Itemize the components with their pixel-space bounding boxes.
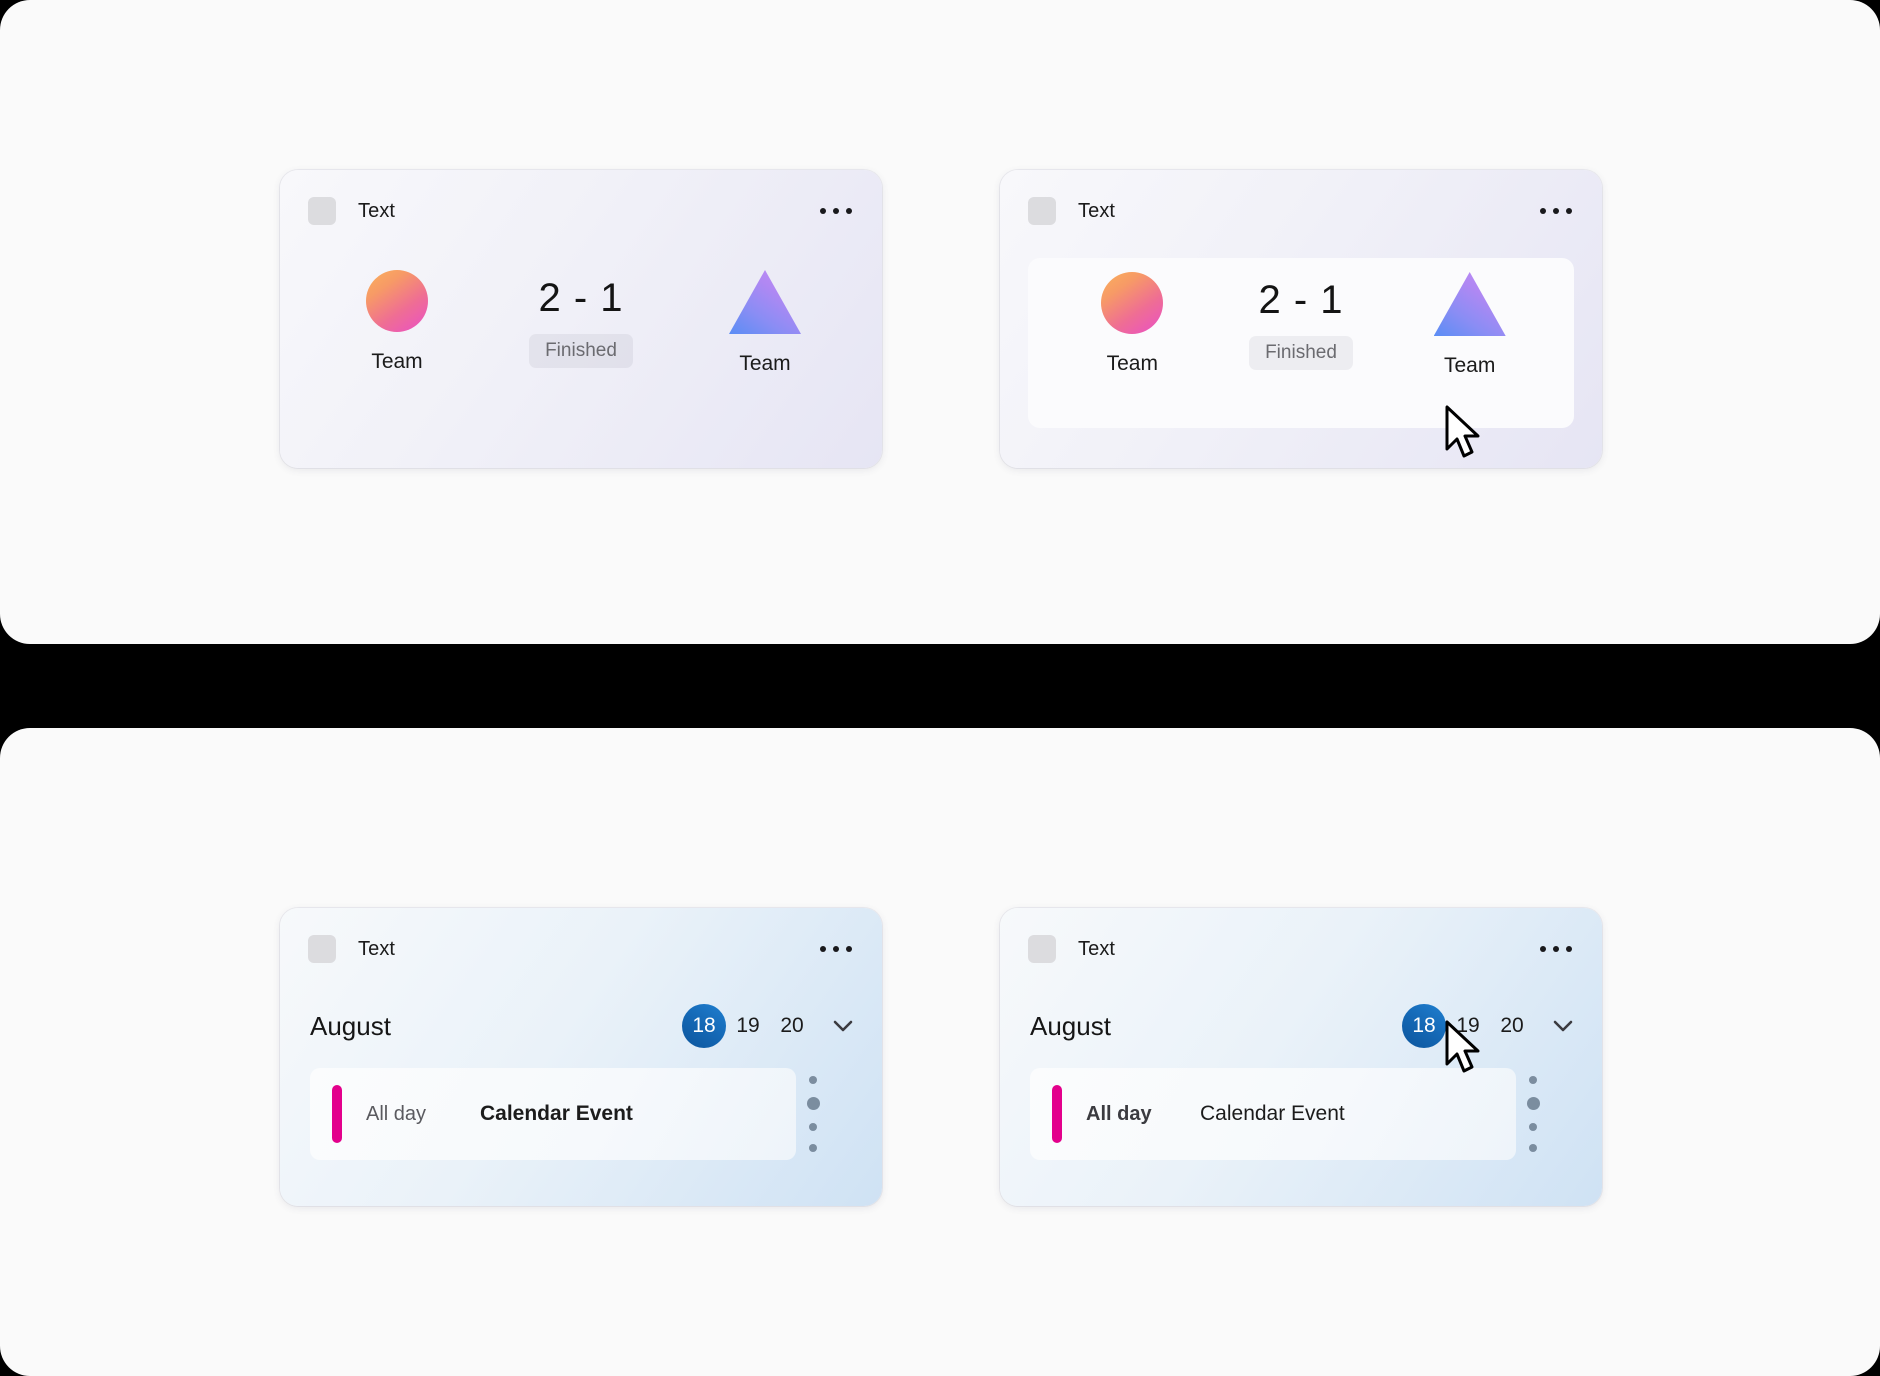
card-header-label: Text <box>358 937 396 960</box>
card-header-label: Text <box>1078 937 1116 960</box>
triangle-gradient-icon <box>1433 272 1506 336</box>
home-team-name: Team <box>371 350 423 373</box>
card-header: Text <box>1000 908 1602 990</box>
page-root: Text Team 2 - 1 Finished Team Text Team … <box>0 0 1880 1376</box>
card-header: Text <box>1000 170 1602 252</box>
pager-dot-active <box>1526 1097 1540 1110</box>
ellipsis-icon[interactable] <box>816 938 856 960</box>
placeholder-square-icon <box>308 935 336 963</box>
card-header-label: Text <box>358 199 396 222</box>
circle-gradient-icon <box>1101 272 1164 334</box>
card-header-label: Text <box>1078 199 1116 222</box>
chevron-down-icon[interactable] <box>826 1009 860 1043</box>
calendar-date-row: August 18 19 20 <box>1000 990 1602 1062</box>
day-chip[interactable]: 20 <box>1490 1004 1534 1048</box>
placeholder-square-icon <box>308 197 336 225</box>
card-header: Text <box>280 908 882 990</box>
chevron-down-icon[interactable] <box>1546 1009 1580 1043</box>
home-team: Team <box>1060 272 1205 376</box>
calendar-event-row: All day Calendar Event <box>1030 1068 1550 1160</box>
score-value: 2 - 1 <box>1258 278 1344 322</box>
event-time-label: All day <box>1086 1102 1152 1125</box>
pager-dot <box>809 1076 817 1084</box>
pager-dot <box>1529 1123 1537 1131</box>
event-accent-bar <box>1052 1085 1062 1143</box>
score-card-hover[interactable]: Text Team 2 - 1 Finished Team <box>1000 170 1602 468</box>
day-chip-selected[interactable]: 18 <box>682 1004 726 1048</box>
away-team: Team <box>690 270 840 376</box>
pager-dot <box>809 1123 817 1131</box>
calendar-event-hover[interactable]: All day Calendar Event <box>1030 1068 1516 1160</box>
pager-dot <box>1529 1076 1537 1084</box>
home-team: Team <box>322 270 472 374</box>
status-badge: Finished <box>1249 336 1353 370</box>
pager-dots[interactable] <box>1516 1068 1550 1160</box>
placeholder-square-icon <box>1028 197 1056 225</box>
ellipsis-icon[interactable] <box>816 200 856 222</box>
ellipsis-icon[interactable] <box>1536 200 1576 222</box>
score-block: 2 - 1 Finished <box>1205 272 1398 370</box>
score-body-hover-surface[interactable]: Team 2 - 1 Finished Team <box>1028 258 1574 428</box>
bottom-panel: Text August 18 19 20 All day Calendar Ev… <box>0 728 1880 1376</box>
triangle-gradient-icon <box>729 270 801 334</box>
pager-dot <box>809 1144 817 1152</box>
pager-dot <box>1529 1144 1537 1152</box>
event-time-label: All day <box>366 1102 427 1125</box>
home-team-name: Team <box>1106 352 1158 375</box>
score-value: 2 - 1 <box>538 276 624 320</box>
calendar-date-row: August 18 19 20 <box>280 990 882 1062</box>
month-label: August <box>310 1010 391 1041</box>
day-chip-selected[interactable]: 18 <box>1402 1004 1446 1048</box>
score-body: Team 2 - 1 Finished Team <box>280 252 882 468</box>
away-team-name: Team <box>739 352 791 375</box>
circle-gradient-icon <box>366 270 428 332</box>
away-team-name: Team <box>1444 354 1496 377</box>
ellipsis-icon[interactable] <box>1536 938 1576 960</box>
away-team: Team <box>1397 272 1542 378</box>
day-chip[interactable]: 19 <box>726 1004 770 1048</box>
calendar-event[interactable]: All day Calendar Event <box>310 1068 796 1160</box>
event-title: Calendar Event <box>480 1102 633 1125</box>
placeholder-square-icon <box>1028 935 1056 963</box>
pager-dots[interactable] <box>796 1068 830 1160</box>
score-card-rest[interactable]: Text Team 2 - 1 Finished Team <box>280 170 882 468</box>
pager-dot-active <box>806 1097 820 1110</box>
day-chip[interactable]: 20 <box>770 1004 814 1048</box>
day-chip[interactable]: 19 <box>1446 1004 1490 1048</box>
status-badge: Finished <box>529 334 633 368</box>
calendar-card-rest[interactable]: Text August 18 19 20 All day Calendar Ev… <box>280 908 882 1206</box>
calendar-card-hover[interactable]: Text August 18 19 20 All day Calendar Ev… <box>1000 908 1602 1206</box>
event-title: Calendar Event <box>1200 1102 1345 1125</box>
month-label: August <box>1030 1010 1111 1041</box>
calendar-event-row: All day Calendar Event <box>310 1068 830 1160</box>
top-panel: Text Team 2 - 1 Finished Team Text Team … <box>0 0 1880 644</box>
card-header: Text <box>280 170 882 252</box>
event-accent-bar <box>332 1085 342 1143</box>
score-block: 2 - 1 Finished <box>481 270 681 368</box>
